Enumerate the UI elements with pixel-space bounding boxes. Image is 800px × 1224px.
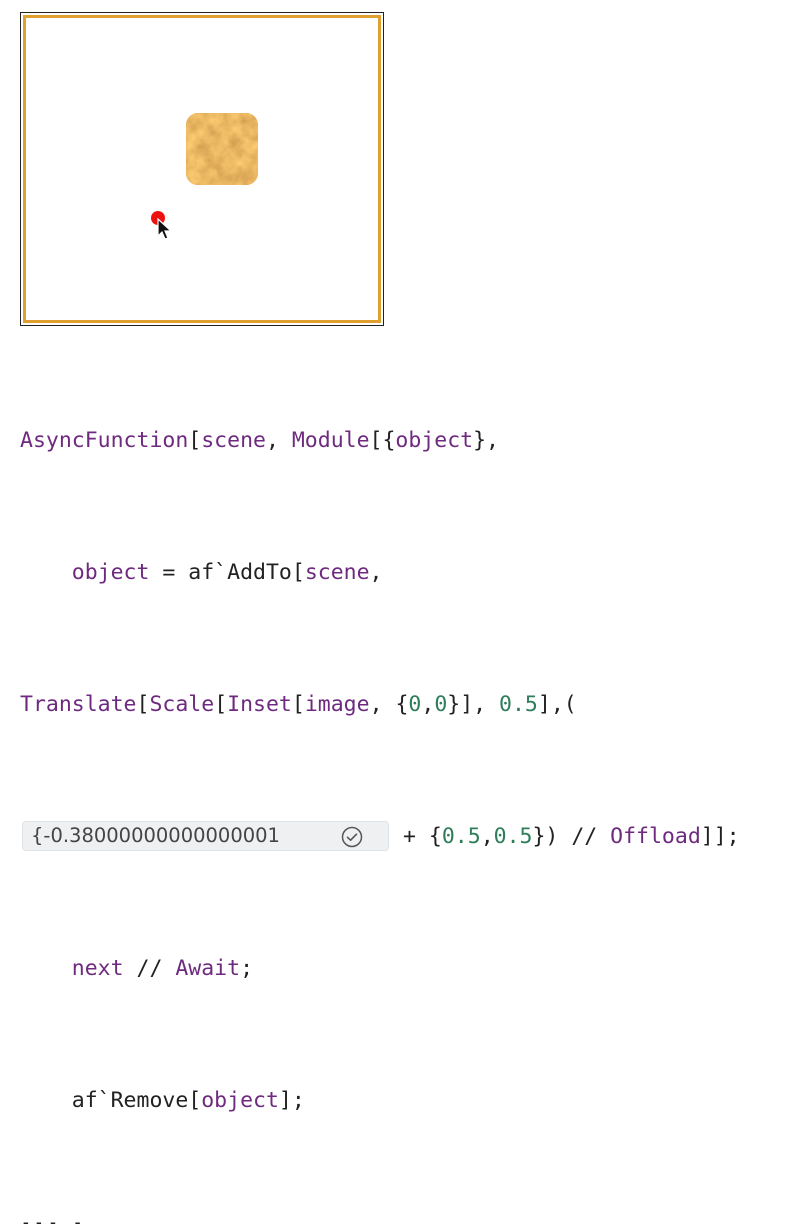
variable-object: object [201,1088,279,1113]
separator: , { [369,692,409,717]
number-literal: 0.5 [499,692,538,717]
addto-call: AddTo [227,560,292,585]
checkmark-circle-icon[interactable] [341,825,363,858]
assignment: = af` [149,560,228,585]
code-line-7: ]][s]; [20,1216,790,1224]
textured-image-object [186,113,258,185]
plus-operator: + { [403,824,442,849]
separator: , [480,824,494,849]
bracket: ],( [537,692,577,717]
module-keyword: Module [291,428,370,453]
translate-function: Translate [20,692,137,717]
number-literal: 0 [408,692,422,717]
comment-start: }) // [532,824,611,849]
bracket: [ [136,692,150,717]
separator: , [265,428,292,453]
inset-function: Inset [227,692,292,717]
semicolon: ; [240,956,254,981]
offset-input-box[interactable] [22,821,389,851]
await-keyword: Await [175,956,241,981]
variable-object: object [71,560,150,585]
bracket: [{ [369,428,396,453]
code-editor[interactable]: AsyncFunction[scene, Module[{object}, ob… [20,358,790,1224]
code-line-6: af`Remove[object]; [20,1084,790,1117]
variable-object: object [395,428,474,453]
variable-scene: scene [304,560,370,585]
code-line-4: + {0.5,0.5}) // Offload]]; [20,820,790,853]
remove-call: Remove [110,1088,189,1113]
code-line-5: next // Await; [20,952,790,985]
bracket: [ [291,692,305,717]
graphics-canvas[interactable] [20,12,384,326]
bracket: [ [188,428,202,453]
number-literal: 0.5 [493,824,533,849]
canvas-scene[interactable] [23,15,381,323]
separator: , [421,692,435,717]
offset-value-input[interactable] [31,822,321,850]
bracket: [ [291,560,305,585]
variable-image: image [304,692,370,717]
bracket: ]][ [20,1220,59,1224]
code-line-3: Translate[Scale[Inset[image, {0,0}], 0.5… [20,688,790,721]
bracket: }], [447,692,500,717]
code-line-2: object = af`AddTo[scene, [20,556,790,589]
code-line-1: AsyncFunction[scene, Module[{object}, [20,424,790,457]
scale-function: Scale [149,692,215,717]
number-literal: 0 [434,692,448,717]
bracket: }, [473,428,499,453]
offload-keyword: Offload [610,824,701,849]
arrow-cursor-icon [157,217,173,246]
comment-start: // [123,956,176,981]
bracket: [ [188,1088,202,1113]
bracket: ]; [72,1220,98,1224]
bracket: [ [214,692,228,717]
variable-scene: scene [201,428,266,453]
bracket: ]]; [700,824,740,849]
next-keyword: next [71,956,124,981]
separator: , [369,560,383,585]
function-name: AsyncFunction [20,428,189,453]
variable-s: s [59,1220,72,1224]
number-literal: 0.5 [441,824,481,849]
indent: af` [20,1088,111,1113]
bracket: ]; [278,1088,305,1113]
